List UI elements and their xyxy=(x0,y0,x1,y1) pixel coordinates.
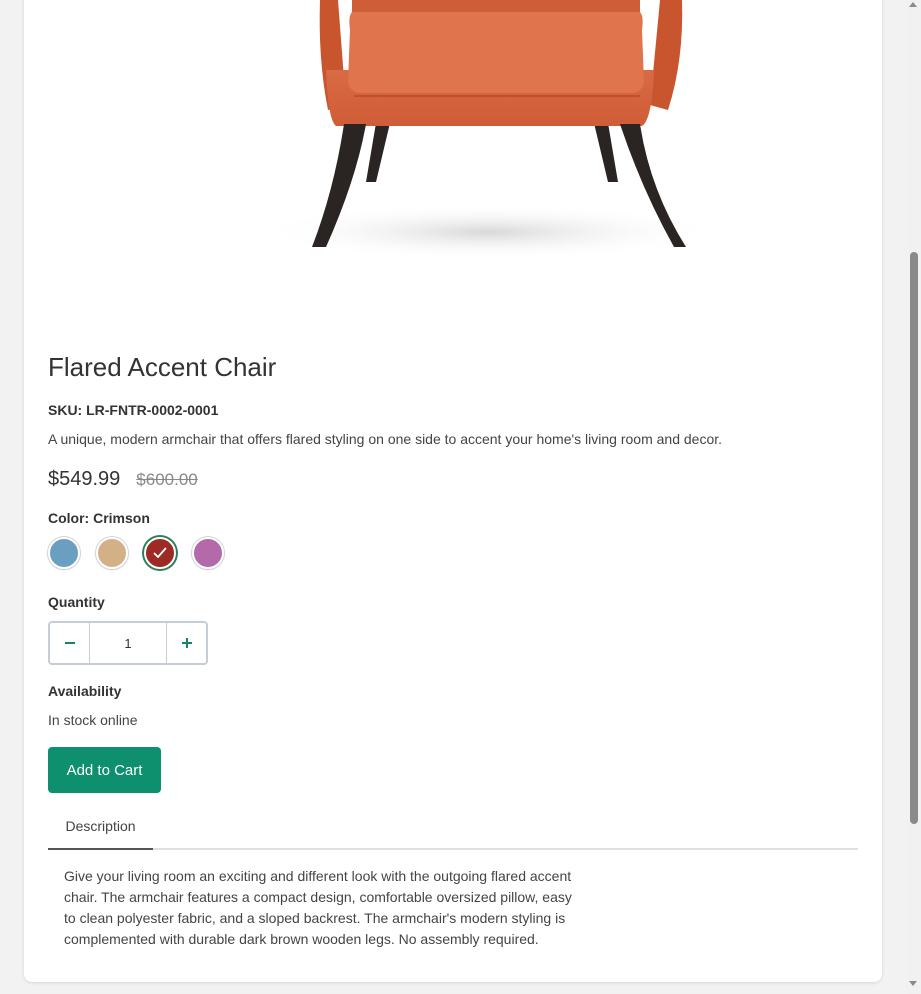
description-text: Give your living room an exciting and di… xyxy=(64,868,572,947)
quantity-stepper: 1 xyxy=(48,621,208,665)
tab-description[interactable]: Description xyxy=(48,804,153,850)
increment-button[interactable] xyxy=(166,623,206,663)
scroll-down-icon[interactable] xyxy=(909,981,917,986)
availability-label: Availability xyxy=(48,683,122,699)
swatch-purple[interactable] xyxy=(192,537,224,569)
add-to-cart-button[interactable]: Add to Cart xyxy=(48,747,161,793)
quantity-label: Quantity xyxy=(48,594,105,610)
scroll-up-icon[interactable] xyxy=(909,2,917,7)
decrement-button[interactable] xyxy=(50,623,90,663)
plus-icon xyxy=(181,638,192,648)
product-description: A unique, modern armchair that offers fl… xyxy=(48,431,723,447)
quantity-input[interactable]: 1 xyxy=(90,623,166,663)
swatch-crimson[interactable] xyxy=(144,537,176,569)
swatch-tan[interactable] xyxy=(96,537,128,569)
check-icon xyxy=(153,547,167,558)
product-image xyxy=(258,0,718,260)
minus-icon xyxy=(64,642,75,644)
product-tabs: Description xyxy=(48,804,858,850)
availability-status: In stock online xyxy=(48,712,138,728)
original-price: $600.00 xyxy=(136,470,198,489)
sale-price: $549.99 xyxy=(48,468,121,490)
product-sku: SKU: LR-FNTR-0002-0001 xyxy=(48,402,219,418)
color-swatches xyxy=(48,537,224,569)
product-card: Flared Accent Chair SKU: LR-FNTR-0002-00… xyxy=(24,0,882,982)
swatch-blue[interactable] xyxy=(48,537,80,569)
scrollbar[interactable] xyxy=(906,0,921,994)
scrollbar-thumb[interactable] xyxy=(910,252,918,824)
product-title: Flared Accent Chair xyxy=(48,352,277,382)
price-row: $549.99 $600.00 xyxy=(48,468,198,491)
color-label: Color: Crimson xyxy=(48,510,150,526)
